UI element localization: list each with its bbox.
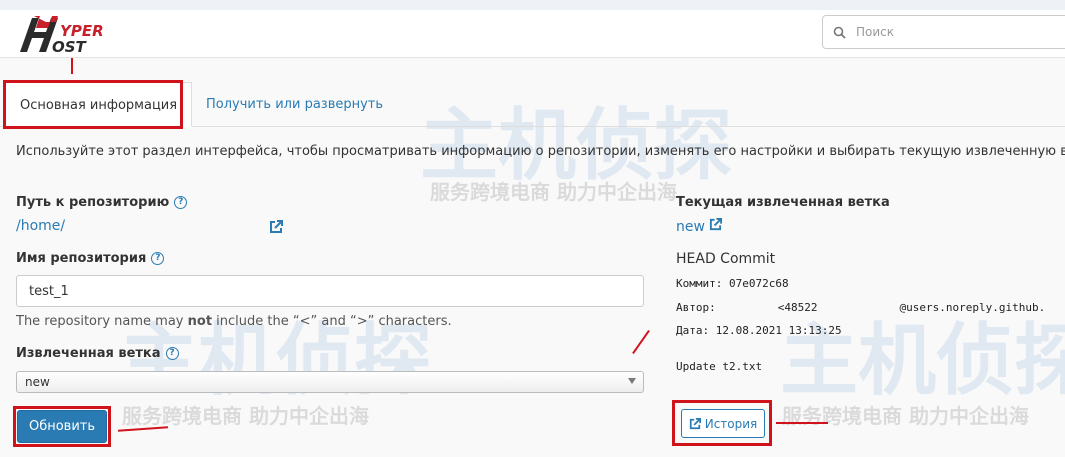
svg-text:OST: OST [52, 38, 88, 56]
annotation-arrow [117, 426, 169, 432]
watermark: 服务跨境电商 助力中企出海 [782, 404, 1029, 428]
highlight-box [13, 406, 111, 447]
description: Используйте этот раздел интерфейса, чтоб… [16, 144, 1065, 159]
watermark: 主机侦探 [780, 316, 1065, 406]
commit-message: Update t2.txt [676, 360, 763, 373]
repo-name-hint: The repository name may not include the … [16, 314, 452, 329]
help-icon[interactable]: ? [151, 252, 165, 265]
external-link-icon [710, 218, 723, 231]
author-label: Автор: [676, 301, 716, 314]
main-content: 主机侦探 服务跨境电商 助力中企出海 主机侦探 服务跨境电商 助力中企出海 主机… [0, 58, 1065, 457]
repo-path-text: /home/ [16, 218, 66, 234]
current-branch-label: Текущая извлеченная ветка [676, 195, 890, 210]
repo-name-input[interactable]: test_1 [16, 275, 644, 307]
branch-label: Извлеченная ветка? [16, 346, 179, 361]
hint-bold: not [187, 314, 213, 329]
label-text: Имя репозитория [16, 251, 147, 266]
search-placeholder: Поиск [856, 25, 895, 39]
search-icon [833, 26, 846, 39]
branch-text: new [676, 219, 705, 235]
label-text: Извлеченная ветка [16, 346, 161, 361]
highlight-box [3, 80, 183, 129]
current-branch-link[interactable]: new [676, 218, 723, 235]
highlight-box [672, 400, 772, 446]
top-strip [0, 0, 1065, 10]
author-email-domain: @users.noreply.github. [899, 301, 1046, 314]
commit-author: Автор: <48522 @users.noreply.github. [676, 301, 1045, 314]
watermark: 服务跨境电商 助力中企出海 [430, 180, 677, 204]
repo-path-label: Путь к репозиторию? [16, 195, 188, 210]
repo-name-label: Имя репозитория? [16, 251, 165, 266]
tab-pull-deploy[interactable]: Получить или развернуть [192, 82, 397, 127]
chevron-down-icon [628, 378, 636, 384]
help-icon[interactable]: ? [165, 347, 179, 360]
author-email: <48522 [777, 301, 818, 314]
header: YPER OST Поиск [0, 10, 1065, 58]
annotation-arrow [776, 422, 828, 424]
label-text: Путь к репозиторию [16, 195, 170, 210]
branch-select[interactable]: new [16, 371, 644, 393]
commit-date: Дата: 12.08.2021 13:13:25 [676, 324, 842, 337]
head-commit-heading: HEAD Commit [676, 251, 776, 267]
help-icon[interactable]: ? [174, 196, 188, 209]
branch-selected: new [25, 375, 50, 389]
repo-path-link[interactable]: /home/ [16, 218, 65, 234]
annotation-arrow [632, 329, 650, 355]
hint-text: The repository name may [16, 314, 188, 329]
annotation-arrow [71, 58, 73, 74]
external-link-icon[interactable] [269, 220, 283, 234]
hint-text: include the “<” and “>” characters. [212, 314, 452, 329]
hyperhost-logo[interactable]: YPER OST [12, 12, 137, 62]
commit-hash: Коммит: 07e072c68 [676, 277, 789, 290]
watermark: 服务跨境电商 助力中企出海 [122, 404, 369, 428]
search-input[interactable]: Поиск [822, 15, 1065, 49]
